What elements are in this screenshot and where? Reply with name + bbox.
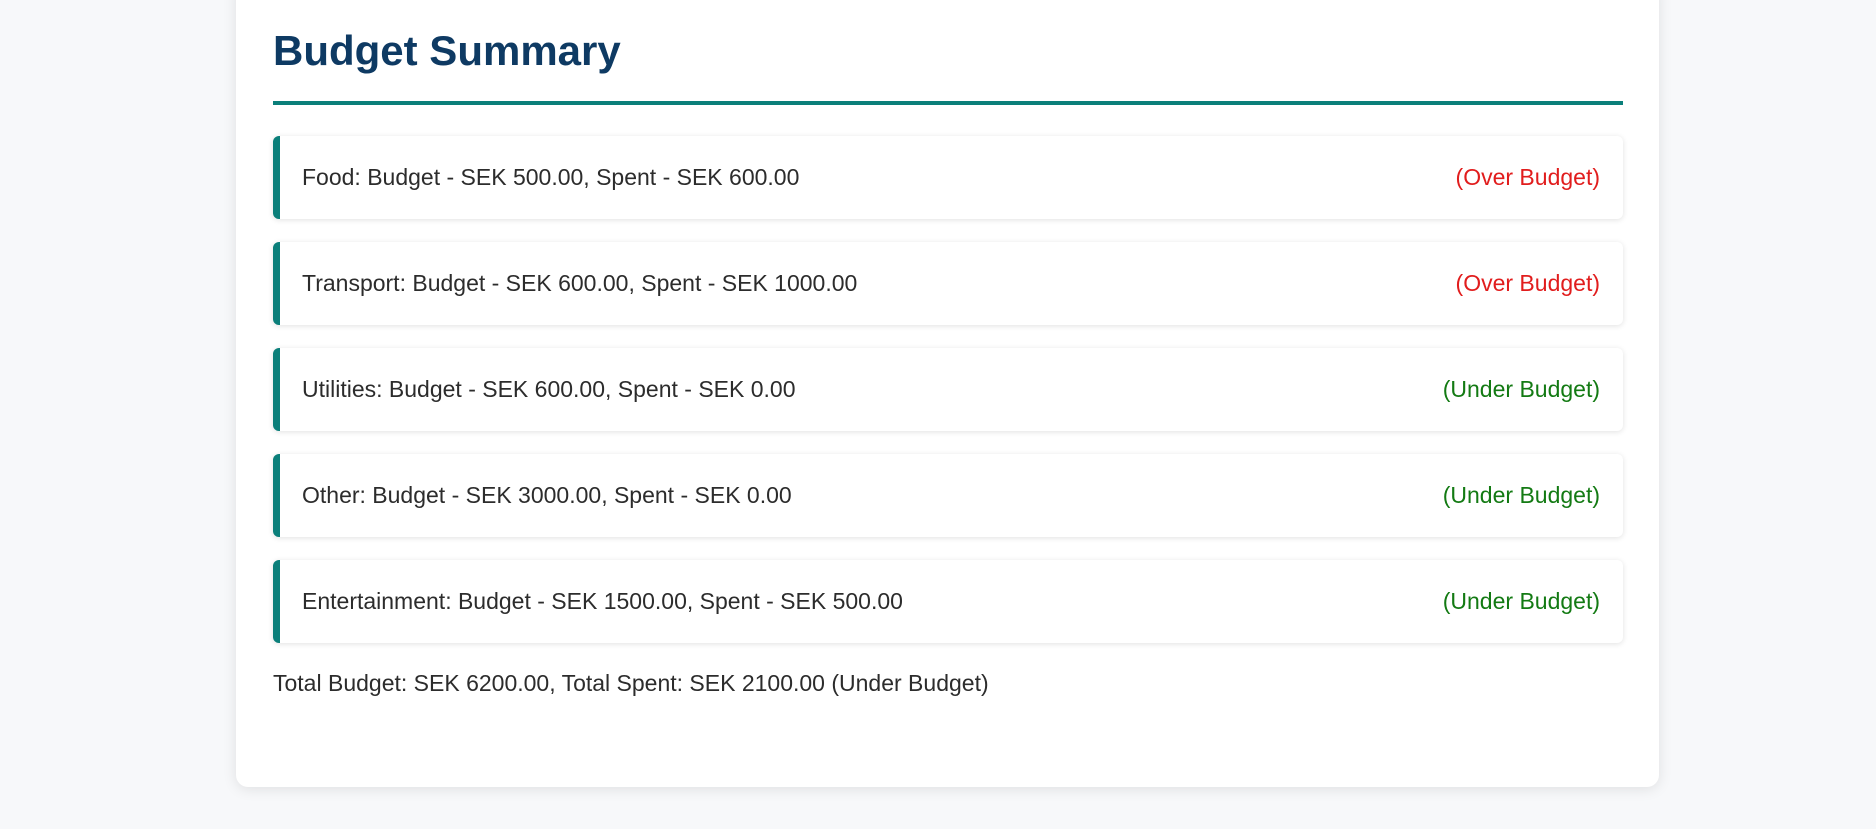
budget-item-text: Other: Budget - SEK 3000.00, Spent - SEK… [302, 482, 792, 508]
status-label: (Under Budget) [1442, 482, 1600, 508]
budget-item-food: Food: Budget - SEK 500.00, Spent - SEK 6… [273, 136, 1623, 219]
title-divider [273, 101, 1623, 105]
budget-item-text: Transport: Budget - SEK 600.00, Spent - … [302, 270, 858, 296]
page-title: Budget Summary [273, 27, 621, 74]
budget-item-entertainment: Entertainment: Budget - SEK 1500.00, Spe… [273, 560, 1623, 643]
budget-item-utilities: Utilities: Budget - SEK 600.00, Spent - … [273, 348, 1623, 431]
budget-total: Total Budget: SEK 6200.00, Total Spent: … [273, 670, 989, 696]
budget-item-other: Other: Budget - SEK 3000.00, Spent - SEK… [273, 454, 1623, 537]
budget-item-text: Entertainment: Budget - SEK 1500.00, Spe… [302, 588, 903, 614]
status-label: (Under Budget) [1442, 588, 1600, 614]
budget-item-transport: Transport: Budget - SEK 600.00, Spent - … [273, 242, 1623, 325]
budget-item-text: Food: Budget - SEK 500.00, Spent - SEK 6… [302, 164, 800, 190]
status-label: (Over Budget) [1455, 270, 1600, 296]
budget-item-list: Food: Budget - SEK 500.00, Spent - SEK 6… [273, 136, 1623, 666]
status-label: (Under Budget) [1442, 376, 1600, 402]
budget-summary-card: Budget Summary Food: Budget - SEK 500.00… [236, 0, 1659, 787]
status-label: (Over Budget) [1455, 164, 1600, 190]
budget-item-text: Utilities: Budget - SEK 600.00, Spent - … [302, 376, 796, 402]
